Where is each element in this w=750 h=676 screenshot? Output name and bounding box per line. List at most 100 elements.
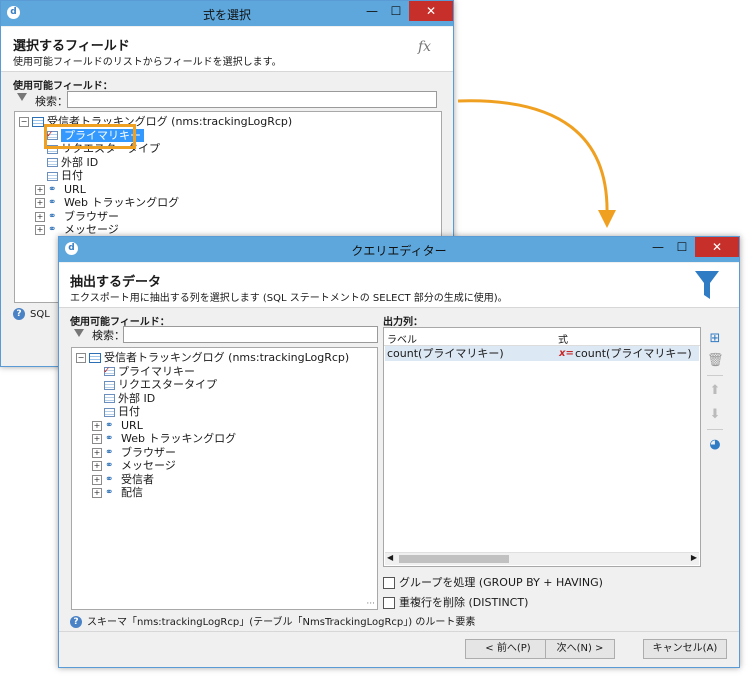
tree-node[interactable]: + ⚭ メッセージ bbox=[92, 459, 176, 473]
column-header-expression[interactable]: 式 bbox=[558, 331, 568, 346]
link-icon: ⚭ bbox=[105, 433, 114, 444]
link-icon: ⚭ bbox=[105, 460, 114, 471]
tree-node[interactable]: + ⚭ URL bbox=[35, 183, 86, 197]
side-divider bbox=[707, 375, 723, 376]
tree-node[interactable]: + ⚭ Web トラッキングログ bbox=[35, 196, 179, 210]
title-bar[interactable]: d 式を選択 — ☐ ✕ bbox=[1, 1, 453, 26]
tree-node-label: URL bbox=[64, 182, 86, 196]
query-editor-window: d クエリエディター — ☐ ✕ 抽出するデータ エクスポート用に抽出する列を選… bbox=[58, 236, 740, 668]
tree-node[interactable]: + ⚭ ブラウザー bbox=[92, 446, 176, 460]
distinct-label: 重複行を削除 (DISTINCT) bbox=[399, 596, 529, 609]
filter-large-icon bbox=[695, 271, 719, 299]
tree-node[interactable]: − 受信者トラッキングログ (nms:trackingLogRcp) bbox=[76, 351, 349, 365]
minimize-button[interactable]: — bbox=[645, 237, 671, 257]
close-button[interactable]: ✕ bbox=[695, 237, 739, 257]
link-icon: ⚭ bbox=[105, 446, 114, 458]
tree-node-label: 受信者トラッキングログ (nms:trackingLogRcp) bbox=[104, 351, 350, 364]
tree-node[interactable]: + ⚭ Web トラッキングログ bbox=[92, 432, 236, 446]
status-bar: ? スキーマ「nms:trackingLogRcp」(テーブル「NmsTracki… bbox=[70, 613, 475, 628]
cancel-button[interactable]: キャンセル(A) bbox=[643, 639, 727, 659]
scrollbar-thumb[interactable] bbox=[399, 555, 509, 563]
link-icon: ⚭ bbox=[105, 473, 114, 485]
tree-node-label: 外部 ID bbox=[118, 391, 156, 405]
row-label: count(プライマリキー) bbox=[387, 347, 504, 360]
expand-icon[interactable]: + bbox=[35, 211, 45, 222]
tree-node-label: 外部 ID bbox=[61, 155, 99, 169]
link-icon: ⚭ bbox=[48, 197, 57, 208]
window-title: クエリエディター bbox=[351, 244, 447, 258]
expand-icon[interactable]: + bbox=[92, 474, 102, 485]
tree-node[interactable]: 日付 bbox=[47, 169, 83, 183]
tree-node-label: URL bbox=[121, 418, 143, 432]
help-icon[interactable]: ? bbox=[13, 308, 25, 320]
distinct-checkbox[interactable]: 重複行を削除 (DISTINCT) bbox=[383, 594, 528, 610]
maximize-button[interactable]: ☐ bbox=[669, 237, 695, 257]
filter-icon bbox=[74, 329, 84, 337]
scroll-right-arrow[interactable]: ▶ bbox=[691, 553, 697, 562]
search-label: 検索： bbox=[92, 329, 125, 342]
help-icon[interactable]: ? bbox=[70, 616, 82, 628]
tree-node-label: リクエスタータイプ bbox=[118, 378, 217, 391]
dialog-subtitle: エクスポート用に抽出する列を選択します (SQL ステートメントの SELECT… bbox=[70, 293, 508, 304]
expand-icon[interactable]: + bbox=[92, 434, 102, 444]
field-icon bbox=[104, 394, 115, 403]
tree-node[interactable]: + ⚭ 受信者 bbox=[92, 473, 154, 487]
fx-icon: fx bbox=[418, 39, 432, 55]
previous-button[interactable]: < 前へ(P) bbox=[465, 639, 551, 659]
tree-node-label: ブラウザー bbox=[121, 445, 176, 459]
status-bar: ? SQL bbox=[13, 308, 50, 320]
output-columns-grid[interactable]: ラベル 式 count(プライマリキー) x= count(プライマリキー) ◀ ▶ bbox=[383, 327, 701, 567]
tree-node-label: メッセージ bbox=[121, 459, 176, 472]
expand-icon[interactable]: + bbox=[92, 420, 102, 431]
table-icon bbox=[32, 117, 44, 127]
column-header-label[interactable]: ラベル bbox=[387, 331, 417, 346]
table-row[interactable]: count(プライマリキー) x= count(プライマリキー) bbox=[385, 346, 699, 361]
tree-node-label: Web トラッキングログ bbox=[64, 196, 180, 209]
tree-node[interactable]: プライマリキー bbox=[103, 364, 195, 379]
move-down-icon[interactable]: ⬇ bbox=[707, 407, 723, 423]
tree-node-label: ブラウザー bbox=[64, 209, 119, 223]
tree-node[interactable]: 外部 ID bbox=[104, 392, 155, 406]
expand-icon[interactable]: + bbox=[92, 447, 102, 458]
title-bar[interactable]: d クエリエディター — ☐ ✕ bbox=[59, 237, 739, 262]
field-tree[interactable]: − 受信者トラッキングログ (nms:trackingLogRcp)プライマリキー… bbox=[71, 347, 378, 610]
checkbox-box[interactable] bbox=[383, 577, 395, 589]
collapse-icon[interactable]: − bbox=[76, 353, 86, 363]
collapse-icon[interactable]: − bbox=[19, 117, 29, 127]
expand-icon[interactable]: + bbox=[35, 184, 45, 195]
tree-node[interactable]: 日付 bbox=[104, 405, 140, 419]
tree-node-label: 日付 bbox=[118, 405, 140, 418]
expand-icon[interactable]: + bbox=[35, 225, 45, 235]
next-button[interactable]: 次へ(N) > bbox=[545, 639, 615, 659]
delete-icon[interactable]: 🗑 bbox=[707, 353, 724, 369]
scroll-left-arrow[interactable]: ◀ bbox=[387, 553, 393, 562]
expand-icon[interactable]: + bbox=[92, 461, 102, 471]
expand-icon[interactable]: + bbox=[35, 198, 45, 208]
tree-resize-grip[interactable]: ··· bbox=[366, 599, 375, 609]
tree-node-label: Web トラッキングログ bbox=[121, 432, 237, 445]
expand-icon[interactable]: + bbox=[92, 488, 102, 498]
minimize-button[interactable]: — bbox=[359, 1, 385, 21]
horizontal-scrollbar[interactable]: ◀ ▶ bbox=[385, 552, 699, 565]
group-by-checkbox[interactable]: グループを処理 (GROUP BY + HAVING) bbox=[383, 574, 603, 590]
search-input[interactable] bbox=[67, 91, 437, 108]
arrow-head bbox=[598, 210, 616, 228]
add-column-icon[interactable]: ⊞ bbox=[707, 331, 723, 347]
group-by-label: グループを処理 (GROUP BY + HAVING) bbox=[399, 576, 603, 589]
link-icon: ⚭ bbox=[105, 487, 114, 498]
close-button[interactable]: ✕ bbox=[409, 1, 453, 21]
tree-node[interactable]: + ⚭ 配信 bbox=[92, 486, 143, 500]
move-up-icon[interactable]: ⬆ bbox=[707, 383, 723, 399]
arrow-path bbox=[457, 99, 609, 216]
tree-node[interactable]: 外部 ID bbox=[47, 156, 98, 170]
search-input[interactable] bbox=[123, 326, 378, 343]
checkbox-box[interactable] bbox=[383, 597, 395, 609]
maximize-button[interactable]: ☐ bbox=[383, 1, 409, 21]
tree-node[interactable]: + ⚭ メッセージ bbox=[35, 223, 119, 237]
tree-node[interactable]: リクエスタータイプ bbox=[104, 378, 217, 392]
table-icon bbox=[89, 353, 101, 363]
tree-node[interactable]: + ⚭ ブラウザー bbox=[35, 210, 119, 224]
highlight-box bbox=[44, 124, 136, 149]
distribution-icon[interactable]: ◕ bbox=[707, 437, 723, 453]
tree-node[interactable]: + ⚭ URL bbox=[92, 419, 143, 433]
